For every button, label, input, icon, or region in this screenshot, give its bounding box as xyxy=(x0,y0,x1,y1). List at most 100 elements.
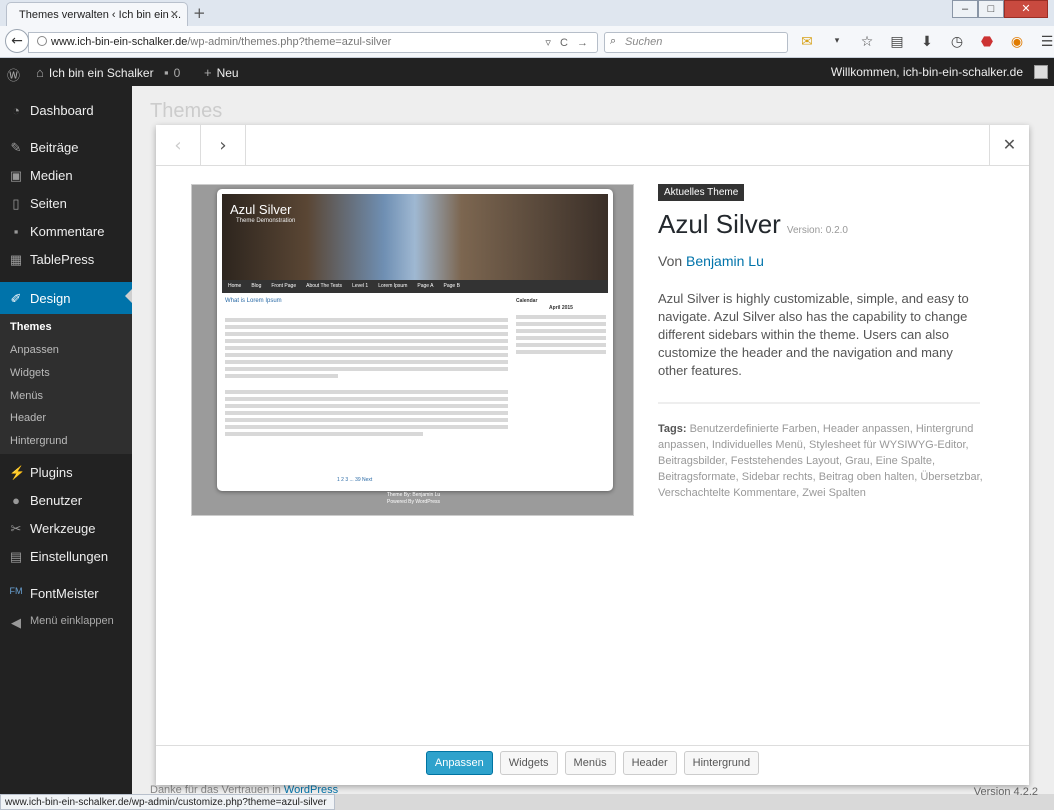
theme-name-row: Azul Silver Version: 0.2.0 xyxy=(658,209,988,240)
pin-icon: ✎ xyxy=(10,140,22,155)
comments-link[interactable]: ▪ 0 xyxy=(164,65,180,80)
adblock-icon[interactable]: ⬣ xyxy=(976,34,998,50)
wp-admin-bar: Ⓦ ⌂ Ich bin ein Schalker ▪ 0 + Neu Willk… xyxy=(0,58,1054,86)
preview-nav: Home Blog Front Page About The Tests Lev… xyxy=(222,280,608,293)
sidebar-item-label: Benutzer xyxy=(30,493,83,508)
sidebar-item-tablepress[interactable]: ▦ TablePress xyxy=(0,245,132,273)
addon-icon[interactable]: ◉ xyxy=(1006,34,1028,50)
url-domain: www.ich-bin-ein-schalker.de xyxy=(51,36,188,48)
comment-icon: ▪ xyxy=(13,224,19,239)
comment-icon: ▪ xyxy=(164,65,169,80)
sidebar-item-label: Beiträge xyxy=(30,140,79,155)
browser-navbar: www.ich-bin-ein-schalker.de/wp-admin/the… xyxy=(0,26,1054,58)
next-theme-button[interactable]: › xyxy=(201,125,246,166)
submenu-item-header[interactable]: Header xyxy=(10,412,46,424)
design-submenu: Themes Anpassen Widgets Menüs Header Hin… xyxy=(0,314,132,454)
minimize-icon[interactable]: – xyxy=(952,0,978,18)
browser-tab[interactable]: Themes verwalten ‹ Ich bin ein ... ✕ xyxy=(6,2,188,26)
theme-info: Aktuelles Theme Azul Silver Version: 0.2.… xyxy=(658,184,988,501)
plugin-icon: ⚡ xyxy=(9,465,26,480)
sidebar-item-label: Medien xyxy=(30,168,73,183)
new-content-link[interactable]: + Neu xyxy=(204,65,239,80)
greeting: Willkommen, ich-bin-ein-schalker.de xyxy=(830,65,1023,79)
media-icon: ▣ xyxy=(9,168,23,183)
window-controls: – □ ✕ xyxy=(952,0,1048,18)
collapse-label: Menü einklappen xyxy=(30,615,114,627)
collapse-menu-button[interactable]: ◀ Menü einklappen xyxy=(0,608,132,636)
preview-calendar-title: Calendar xyxy=(516,298,538,304)
preview-header-image: Azul Silver Theme Demonstration xyxy=(222,194,608,280)
comments-count: 0 xyxy=(173,65,181,80)
account-link[interactable]: Willkommen, ich-bin-ein-schalker.de xyxy=(831,65,1048,79)
background-button[interactable]: Hintergrund xyxy=(683,751,760,775)
globe-icon xyxy=(37,36,47,46)
search-input[interactable]: ⌕ Suchen xyxy=(604,32,788,53)
preview-footer-line: Theme By: Benjamin Lu xyxy=(386,492,441,498)
wrench-icon: ✂ xyxy=(10,521,22,536)
submenu-item-widgets[interactable]: Widgets xyxy=(10,367,50,379)
sidebar-item-label: Dashboard xyxy=(30,103,94,118)
wordpress-logo-icon[interactable]: Ⓦ xyxy=(7,65,20,84)
site-name: Ich bin ein Schalker xyxy=(48,65,154,80)
header-button[interactable]: Header xyxy=(622,751,677,775)
preview-nav-item: Front Page xyxy=(271,283,297,289)
tags-label: Tags: xyxy=(658,423,687,435)
submenu-item-themes[interactable]: Themes xyxy=(10,321,52,333)
sidebar-item-media[interactable]: ▣ Medien xyxy=(0,161,132,189)
sidebar-item-label: Design xyxy=(30,291,71,306)
home-icon: ⌂ xyxy=(36,65,44,80)
history-icon[interactable]: ◷ xyxy=(946,34,968,50)
dropdown-icon[interactable]: ▾ xyxy=(826,34,848,50)
divider xyxy=(658,402,980,404)
download-icon[interactable]: ⬇ xyxy=(916,34,938,50)
sidebar-item-label: Einstellungen xyxy=(30,549,109,564)
bookmark-star-icon[interactable]: ☆ xyxy=(856,34,878,50)
theme-tags: Tags: Benutzerdefinierte Farben, Header … xyxy=(658,421,988,501)
sidebar-item-users[interactable]: ● Benutzer xyxy=(0,486,132,514)
close-modal-button[interactable]: ✕ xyxy=(989,125,1029,166)
preview-page: Azul Silver Theme Demonstration Home Blo… xyxy=(217,189,613,491)
previous-theme-button[interactable]: ‹ xyxy=(156,125,201,166)
submenu-item-customize[interactable]: Anpassen xyxy=(10,344,59,356)
customize-button[interactable]: Anpassen xyxy=(425,751,493,775)
sidebar-item-pages[interactable]: ▯ Seiten xyxy=(0,189,132,217)
wp-version: Version 4.2.2 xyxy=(973,786,1038,798)
maximize-icon[interactable]: □ xyxy=(978,0,1004,18)
site-name-link[interactable]: ⌂ Ich bin ein Schalker xyxy=(36,65,154,80)
sidebar-item-tools[interactable]: ✂ Werkzeuge xyxy=(0,514,132,542)
sidebar-item-comments[interactable]: ▪ Kommentare xyxy=(0,217,132,245)
theme-author-link[interactable]: Benjamin Lu xyxy=(686,253,764,269)
sidebar-item-settings[interactable]: ▤ Einstellungen xyxy=(0,542,132,570)
theme-description: Azul Silver is highly customizable, simp… xyxy=(658,291,969,378)
close-icon: ✕ xyxy=(1002,135,1017,154)
tags-list: Benutzerdefinierte Farben, Header anpass… xyxy=(658,423,983,499)
sidebar-item-design[interactable]: ✐ Design xyxy=(0,282,132,314)
sidebar-item-fontmeister[interactable]: FM FontMeister xyxy=(0,579,132,607)
sidebar-item-label: TablePress xyxy=(30,252,95,267)
widgets-button[interactable]: Widgets xyxy=(499,751,558,775)
sidebar-item-dashboard[interactable]: ◔ Dashboard xyxy=(0,96,132,124)
close-tab-icon[interactable]: ✕ xyxy=(170,8,179,21)
close-window-icon[interactable]: ✕ xyxy=(1004,0,1048,18)
sidebar-item-plugins[interactable]: ⚡ Plugins xyxy=(0,458,132,486)
sidebar-item-label: Seiten xyxy=(30,196,67,211)
reading-list-icon[interactable]: ▤ xyxy=(886,34,908,50)
chevron-right-icon: › xyxy=(219,135,227,156)
new-tab-icon[interactable]: + xyxy=(193,4,206,22)
preview-nav-item: About The Tests xyxy=(306,283,343,289)
plus-icon: + xyxy=(204,65,212,80)
reload-icon[interactable]: ▿ C → xyxy=(545,36,591,49)
preview-nav-item: Level 1 xyxy=(352,283,369,289)
submenu-item-menus[interactable]: Menüs xyxy=(10,390,43,402)
new-label: Neu xyxy=(216,65,239,80)
menus-button[interactable]: Menüs xyxy=(564,751,616,775)
sidebar-item-label: Plugins xyxy=(30,465,73,480)
theme-version: Version: 0.2.0 xyxy=(786,225,848,236)
browser-tabbar: Themes verwalten ‹ Ich bin ein ... ✕ + –… xyxy=(0,0,1054,26)
menu-icon[interactable]: ☰ xyxy=(1036,34,1054,50)
sidebar-item-posts[interactable]: ✎ Beiträge xyxy=(0,133,132,161)
submenu-item-background[interactable]: Hintergrund xyxy=(10,435,67,447)
back-button[interactable]: ← xyxy=(5,29,29,53)
mail-icon[interactable]: ✉ xyxy=(796,34,818,50)
address-bar[interactable]: www.ich-bin-ein-schalker.de/wp-admin/the… xyxy=(28,32,598,53)
